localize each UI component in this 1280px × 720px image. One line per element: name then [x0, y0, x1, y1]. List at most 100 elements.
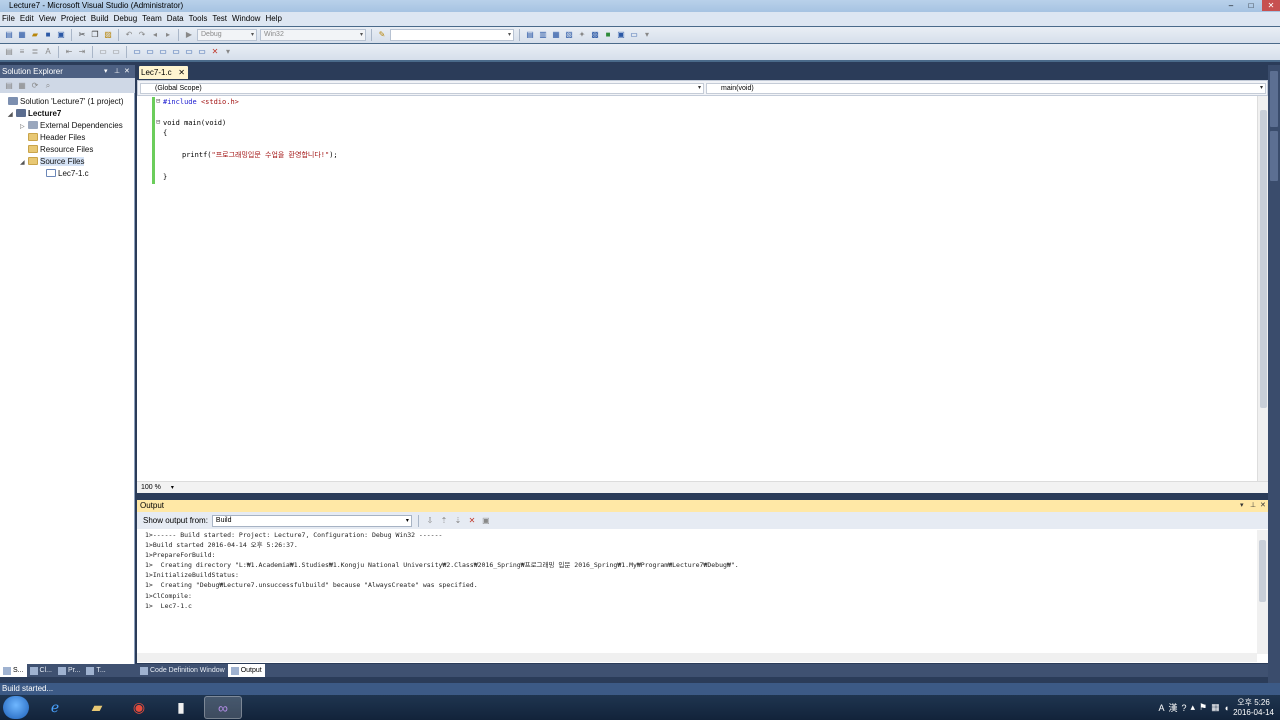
fold-toggle-icon[interactable]: ⊟ — [156, 118, 160, 126]
menu-help[interactable]: Help — [265, 12, 286, 26]
open-file-icon[interactable]: ▰ — [30, 30, 40, 40]
show-all-files-icon[interactable]: ▦ — [17, 81, 27, 91]
clear-all-icon[interactable]: ✕ — [467, 516, 477, 526]
previous-bookmark-folder-icon[interactable]: ▭ — [171, 47, 181, 57]
extension-manager-icon[interactable]: ▣ — [616, 30, 626, 40]
navigate-forward-icon[interactable]: ▸ — [163, 30, 173, 40]
tree-item-external-dependencies[interactable]: ▷ External Dependencies — [20, 120, 123, 132]
undo-icon[interactable]: ↶ — [124, 30, 134, 40]
tree-item-solution[interactable]: Solution 'Lecture7' (1 project) — [8, 96, 124, 108]
bookmark-file-icon[interactable]: ▭ — [197, 47, 207, 57]
menu-project[interactable]: Project — [61, 12, 91, 26]
start-page-icon[interactable]: ■ — [603, 30, 613, 40]
output-horizontal-scrollbar[interactable] — [137, 653, 1257, 662]
tree-item-lec7-1-c[interactable]: Lec7-1.c — [46, 168, 89, 180]
class-view-icon[interactable]: ✦ — [577, 30, 587, 40]
collapse-arrow-icon[interactable]: ◢ — [20, 157, 28, 169]
network-icon[interactable]: ▦ — [1211, 702, 1220, 713]
comment-icon[interactable]: ▭ — [98, 47, 108, 57]
close-panel-icon[interactable]: ✕ — [124, 65, 130, 78]
clock[interactable]: 오후 5:26 2016-04-14 — [1233, 698, 1274, 718]
language-indicator[interactable]: A — [1158, 703, 1164, 713]
tab-toolbox[interactable] — [1270, 131, 1278, 181]
tray-options-icon[interactable]: ▴ — [1191, 702, 1196, 713]
app-icon[interactable]: ▮ — [162, 696, 200, 719]
help-icon[interactable]: ? — [1182, 703, 1187, 713]
menu-build[interactable]: Build — [91, 12, 114, 26]
go-to-previous-message-icon[interactable]: ⇡ — [439, 516, 449, 526]
tree-item-header-files[interactable]: Header Files — [28, 132, 85, 144]
parameter-info-icon[interactable]: ≡ — [17, 47, 27, 57]
menu-file[interactable]: File — [2, 12, 20, 26]
close-tab-icon[interactable]: ✕ — [178, 66, 185, 79]
toggle-word-wrap-icon[interactable]: ▣ — [481, 516, 491, 526]
increase-indent-icon[interactable]: ⇥ — [77, 47, 87, 57]
editor-vertical-scrollbar[interactable] — [1257, 96, 1268, 481]
maximize-button[interactable]: □ — [1242, 0, 1260, 11]
minimize-button[interactable]: – — [1222, 0, 1240, 11]
solution-explorer-icon[interactable]: ▤ — [525, 30, 535, 40]
expand-arrow-icon[interactable]: ▷ — [20, 121, 28, 133]
quick-info-icon[interactable]: ≣ — [30, 47, 40, 57]
copy-icon[interactable]: ❐ — [90, 30, 100, 40]
save-all-icon[interactable]: ▣ — [56, 30, 66, 40]
tab-lec7-1-c[interactable]: Lec7-1.c ✕ — [139, 66, 188, 79]
toolbar2-options-icon[interactable]: ▾ — [223, 47, 233, 57]
properties-icon[interactable]: ▥ — [538, 30, 548, 40]
find-message-in-code-icon[interactable]: ⇩ — [425, 516, 435, 526]
navigate-back-icon[interactable]: ◂ — [150, 30, 160, 40]
pin-icon[interactable]: ⊥ — [114, 65, 120, 78]
visual-studio-icon[interactable]: ∞ — [204, 696, 242, 719]
toolbar-options-icon[interactable]: ▾ — [642, 30, 652, 40]
tab-server-explorer[interactable] — [1270, 71, 1278, 127]
menu-test[interactable]: Test — [212, 12, 232, 26]
view-class-diagram-icon[interactable]: ⌕ — [43, 81, 53, 91]
volume-icon[interactable]: ◖ — [1224, 703, 1229, 713]
add-item-icon[interactable]: ▦ — [17, 30, 27, 40]
tree-item-project[interactable]: ◢ Lecture7 — [8, 108, 61, 120]
tree-item-source-files[interactable]: ◢ Source Files — [20, 156, 85, 169]
decrease-indent-icon[interactable]: ⇤ — [64, 47, 74, 57]
scope-dropdown[interactable]: (Global Scope) — [140, 83, 704, 94]
fold-toggle-icon[interactable]: ⊟ — [156, 97, 160, 105]
find-combo[interactable] — [390, 29, 514, 41]
scroll-thumb[interactable] — [1259, 540, 1266, 602]
tab-team-explorer[interactable]: T... — [83, 664, 108, 677]
next-bookmark-folder-icon[interactable]: ▭ — [184, 47, 194, 57]
team-explorer-icon[interactable]: ▩ — [590, 30, 600, 40]
menu-edit[interactable]: Edit — [20, 12, 39, 26]
member-list-icon[interactable]: ▤ — [4, 47, 14, 57]
next-bookmark-icon[interactable]: ▭ — [158, 47, 168, 57]
new-project-icon[interactable]: ▤ — [4, 30, 14, 40]
ime-indicator[interactable]: 漢 — [1168, 701, 1177, 714]
menu-view[interactable]: View — [39, 12, 61, 26]
menu-debug[interactable]: Debug — [114, 12, 143, 26]
tree-item-resource-files[interactable]: Resource Files — [28, 144, 93, 156]
toolbox-icon[interactable]: ▧ — [564, 30, 574, 40]
object-browser-icon[interactable]: ▦ — [551, 30, 561, 40]
paste-icon[interactable]: ▨ — [103, 30, 113, 40]
clear-bookmarks-icon[interactable]: ✕ — [210, 47, 220, 57]
start-button[interactable] — [3, 696, 29, 719]
menu-tools[interactable]: Tools — [189, 12, 213, 26]
internet-explorer-icon[interactable]: ℯ — [36, 696, 74, 719]
panel-dropdown-icon[interactable]: ▾ — [1240, 500, 1244, 512]
menu-window[interactable]: Window — [232, 12, 265, 26]
solution-configuration-dropdown[interactable]: Debug — [197, 29, 257, 41]
chrome-icon[interactable]: ◉ — [120, 696, 158, 719]
collapse-arrow-icon[interactable]: ◢ — [8, 109, 16, 121]
output-text[interactable]: 1>------ Build started: Project: Lecture… — [137, 529, 1268, 663]
zoom-dropdown-icon[interactable]: ▾ — [171, 485, 174, 491]
tab-solution-explorer[interactable]: S... — [0, 664, 27, 677]
previous-bookmark-icon[interactable]: ▭ — [145, 47, 155, 57]
cut-icon[interactable]: ✂ — [77, 30, 87, 40]
go-to-next-message-icon[interactable]: ⇣ — [453, 516, 463, 526]
member-dropdown[interactable]: main(void) — [706, 83, 1266, 94]
tab-output[interactable]: Output — [227, 664, 265, 677]
save-icon[interactable]: ■ — [43, 30, 53, 40]
uncomment-icon[interactable]: ▭ — [111, 47, 121, 57]
complete-word-icon[interactable]: A — [43, 47, 53, 57]
command-window-icon[interactable]: ▭ — [629, 30, 639, 40]
file-explorer-icon[interactable]: ▰ — [78, 696, 116, 719]
redo-icon[interactable]: ↷ — [137, 30, 147, 40]
